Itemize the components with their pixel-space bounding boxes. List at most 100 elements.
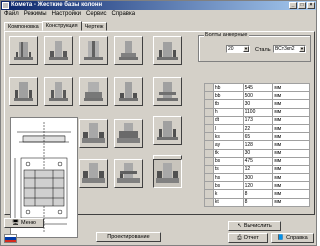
param-unit: мм (272, 132, 310, 142)
param-value[interactable]: 173 (242, 115, 274, 125)
base-type-thumb[interactable] (44, 77, 73, 106)
menu-file[interactable]: Файл (4, 10, 19, 19)
param-symbol: dt (212, 115, 244, 125)
anchor-bolts-group: Болты анкерные 20 ▼ Сталь ВСт3кп2 ▼ (198, 32, 311, 62)
cursor-icon: ↖ (237, 223, 242, 229)
tab-strip: Компоновка Конструкция Чертеж (4, 21, 108, 31)
row-marker (204, 197, 214, 207)
base-type-thumb[interactable] (79, 36, 108, 65)
menu-modes[interactable]: Режимы (24, 10, 47, 19)
window-controls: _ □ × (289, 2, 315, 9)
param-symbol: l (212, 123, 244, 134)
steel-grade-select[interactable]: ВСт3кп2 ▼ (273, 45, 306, 53)
base-type-thumb[interactable] (114, 159, 143, 188)
base-type-thumb[interactable] (114, 119, 143, 148)
row-marker (204, 156, 214, 166)
param-symbol: kt (212, 197, 244, 207)
book-icon: 📘 (277, 235, 285, 241)
base-type-thumb[interactable] (153, 77, 182, 106)
base-type-thumb[interactable] (9, 77, 38, 106)
row-marker (204, 173, 214, 183)
param-unit: мм (272, 99, 310, 109)
table-row: kt 8 мм (204, 197, 310, 207)
param-value[interactable]: 30 (242, 99, 274, 109)
menu-settings[interactable]: Настройки (52, 10, 81, 19)
param-value[interactable]: 8 (242, 197, 274, 207)
tab-layout[interactable]: Компоновка (4, 22, 43, 31)
row-marker (204, 181, 214, 191)
param-symbol: bs (212, 181, 244, 191)
steel-grade-value: ВСт3кп2 (275, 46, 295, 52)
table-row: l 22 мм (204, 123, 310, 134)
printer-icon: ⎙ (237, 235, 242, 241)
base-type-thumb[interactable] (79, 159, 108, 188)
base-type-thumb[interactable] (44, 36, 73, 65)
construction-panel: Болты анкерные 20 ▼ Сталь ВСт3кп2 ▼ hb 54… (4, 31, 315, 238)
param-symbol: k (212, 189, 244, 199)
app-window: Комета - Жесткие базы колонн _ □ × Файл … (0, 0, 317, 246)
table-row: hb 545 мм (204, 82, 310, 93)
russian-flag-icon[interactable] (4, 234, 17, 243)
menu-help[interactable]: Справка (112, 10, 136, 19)
close-button[interactable]: × (307, 2, 315, 9)
row-marker (204, 99, 214, 109)
tab-drawing[interactable]: Чертеж (80, 22, 108, 31)
row-marker (204, 91, 214, 101)
param-unit: мм (272, 173, 310, 183)
param-symbol: tb (212, 99, 244, 109)
param-unit: мм (272, 123, 310, 134)
chevron-down-icon[interactable]: ▼ (299, 46, 305, 52)
base-type-thumb[interactable] (153, 116, 182, 145)
tab-construction[interactable]: Конструкция (41, 21, 82, 31)
maximize-button[interactable]: □ (298, 2, 306, 9)
report-button[interactable]: ⎙ Отчет (228, 233, 268, 243)
param-value[interactable]: 545 (242, 82, 274, 93)
param-symbol: bs (212, 156, 244, 166)
param-symbol: ts (212, 164, 244, 175)
param-symbol: hs (212, 173, 244, 183)
param-value[interactable]: 500 (242, 91, 274, 101)
param-value[interactable]: 128 (242, 140, 274, 150)
menu-button[interactable]: 🖥 Меню (4, 218, 44, 228)
row-marker (204, 164, 214, 175)
bolt-diameter-select[interactable]: 20 ▼ (226, 45, 250, 53)
base-type-thumb[interactable] (114, 36, 143, 65)
base-type-thumb[interactable] (114, 77, 143, 106)
table-row: k 8 мм (204, 189, 310, 199)
calculate-button[interactable]: ↖ Вычислить (228, 221, 281, 231)
chevron-down-icon[interactable]: ▼ (243, 46, 249, 52)
steel-label: Сталь (255, 47, 271, 53)
base-type-thumb[interactable] (79, 77, 108, 106)
monitor-icon: 🖥 (12, 220, 20, 226)
app-icon (2, 2, 9, 9)
minimize-button[interactable]: _ (289, 2, 297, 9)
help-button[interactable]: 📘 Справка (271, 233, 314, 243)
param-value[interactable]: 1100 (242, 107, 274, 117)
param-unit: мм (272, 156, 310, 166)
param-value[interactable]: 475 (242, 156, 274, 166)
param-value[interactable]: 8 (242, 189, 274, 199)
param-value[interactable]: 300 (242, 173, 274, 183)
base-type-thumb[interactable] (79, 119, 108, 148)
anchor-bolts-label: Болты анкерные (204, 32, 249, 38)
row-marker (204, 132, 214, 142)
row-marker (204, 82, 214, 93)
param-value[interactable]: 65 (242, 132, 274, 142)
param-value[interactable]: 30 (242, 148, 274, 158)
table-row: ks 65 мм (204, 132, 310, 142)
table-row: ts 12 мм (204, 164, 310, 175)
param-value[interactable]: 12 (242, 164, 274, 175)
param-value[interactable]: 22 (242, 123, 274, 134)
base-type-thumb[interactable] (153, 36, 182, 65)
table-row: h 1100 мм (204, 107, 310, 117)
param-value[interactable]: 120 (242, 181, 274, 191)
base-type-thumb-selected[interactable] (153, 159, 182, 188)
param-symbol: tk (212, 148, 244, 158)
design-button[interactable]: Проектирование (96, 232, 161, 242)
base-type-thumb[interactable] (9, 36, 38, 65)
table-row: bb 500 мм (204, 91, 310, 101)
param-symbol: hb (212, 82, 244, 93)
table-row: bs 120 мм (204, 181, 310, 191)
menu-service[interactable]: Сервис (86, 10, 107, 19)
param-unit: мм (272, 197, 310, 207)
